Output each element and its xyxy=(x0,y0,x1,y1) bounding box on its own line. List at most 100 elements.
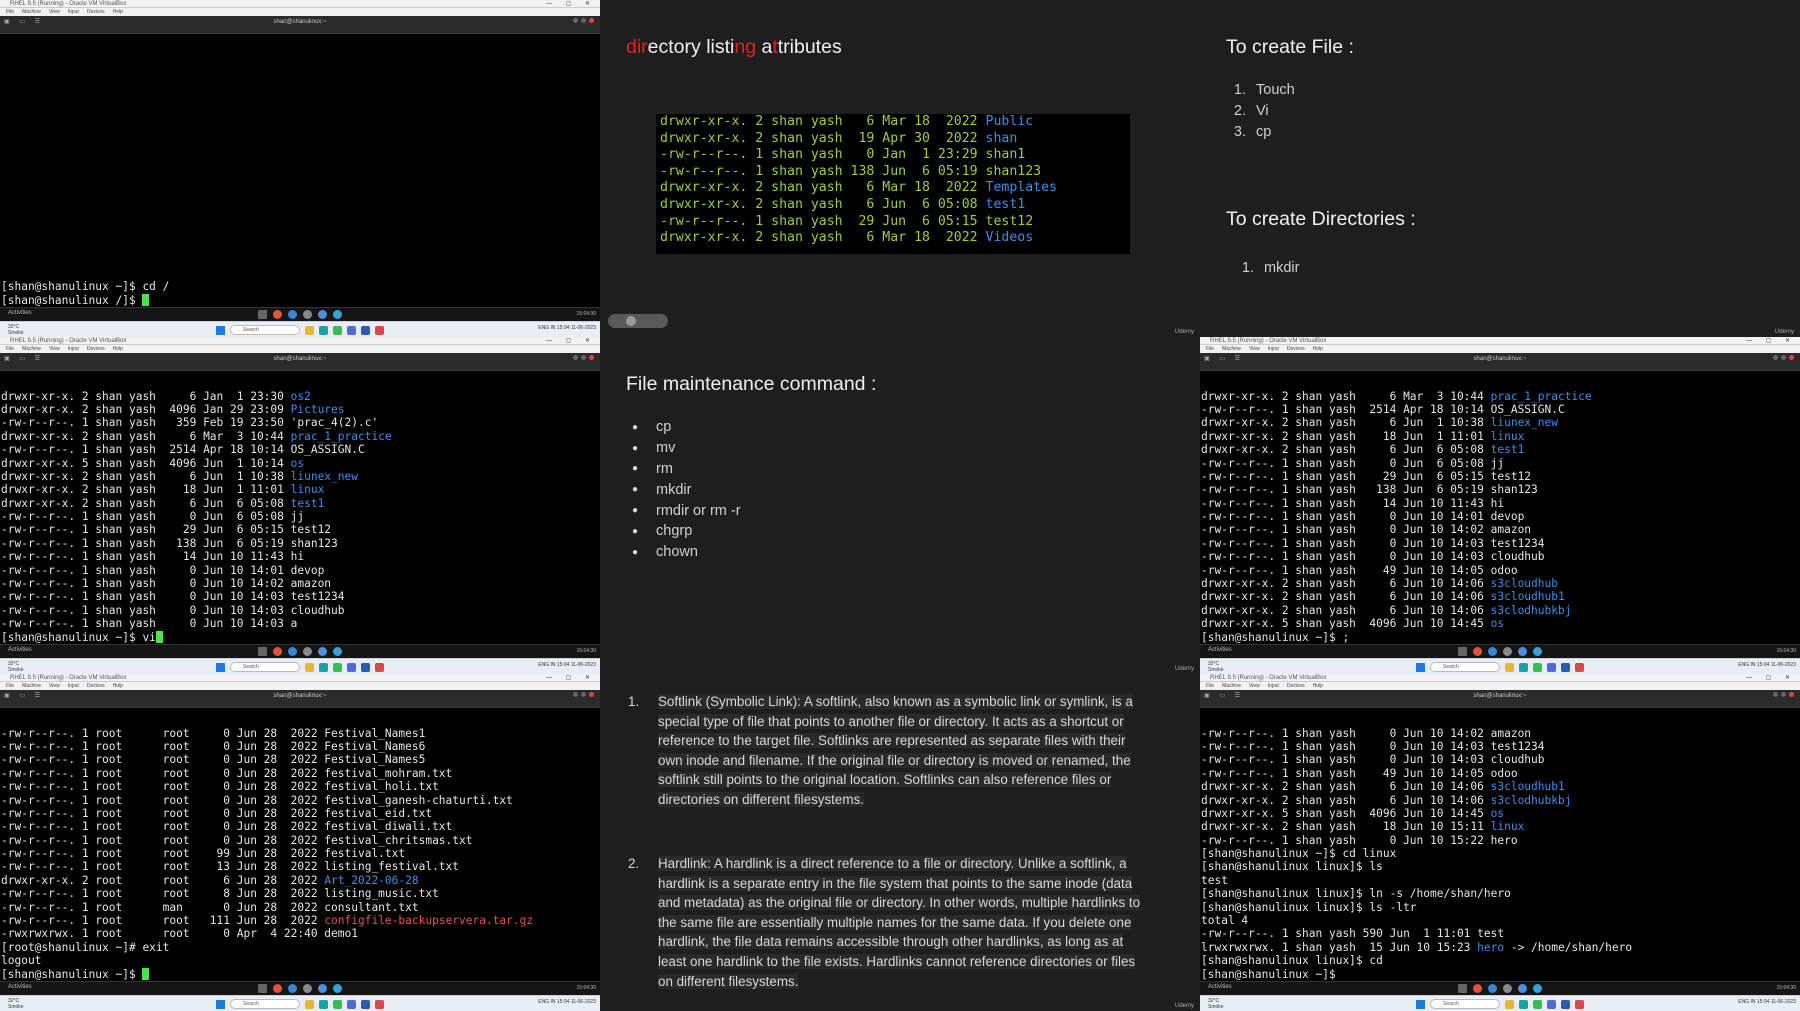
terminal-icon[interactable] xyxy=(1503,984,1512,993)
explorer-icon[interactable] xyxy=(305,325,314,335)
terminal-icon[interactable] xyxy=(303,310,312,319)
vm-menu-item[interactable]: Help xyxy=(113,9,123,15)
vm-menu-item[interactable]: Machine xyxy=(1222,346,1241,352)
vm-menu-item[interactable]: File xyxy=(6,346,14,352)
firefox-icon[interactable] xyxy=(1473,984,1482,993)
vm-menu-item[interactable]: File xyxy=(6,9,14,15)
explorer-icon[interactable] xyxy=(1505,999,1514,1009)
files-icon[interactable] xyxy=(288,310,297,319)
grid-icon[interactable] xyxy=(258,984,267,993)
settings-icon[interactable] xyxy=(1518,647,1527,656)
terminal-output[interactable]: -rw-r--r--. 1 root root 0 Jun 28 2022 Fe… xyxy=(0,727,600,981)
window-controls[interactable]: — ▢ ✕ xyxy=(546,674,596,682)
terminal-output[interactable]: -rw-r--r--. 1 shan yash 0 Jun 10 14:02 a… xyxy=(1200,727,1800,981)
vm-menu-item[interactable]: Input xyxy=(68,683,79,689)
start-icon[interactable] xyxy=(1416,999,1425,1009)
vm-menu-item[interactable]: File xyxy=(6,683,14,689)
explorer-icon[interactable] xyxy=(305,662,314,672)
store-icon[interactable] xyxy=(1547,662,1556,672)
files-icon[interactable] xyxy=(288,984,297,993)
vbox-icon[interactable] xyxy=(1561,999,1570,1009)
app-icon[interactable] xyxy=(1575,999,1584,1009)
chrome-icon[interactable] xyxy=(1533,999,1542,1009)
chrome-icon[interactable] xyxy=(333,662,342,672)
terminal-icon[interactable] xyxy=(303,984,312,993)
help-icon[interactable] xyxy=(1533,984,1542,993)
app-icon[interactable] xyxy=(1575,662,1584,672)
start-icon[interactable] xyxy=(216,662,225,672)
edge-icon[interactable] xyxy=(319,662,328,672)
vm-menu-item[interactable]: Machine xyxy=(22,683,41,689)
terminal-window-buttons[interactable] xyxy=(1773,692,1794,697)
vm-menu-item[interactable]: Devices xyxy=(87,9,105,15)
vm-menu-item[interactable]: Help xyxy=(113,346,123,352)
grid-icon[interactable] xyxy=(258,647,267,656)
chrome-icon[interactable] xyxy=(1533,662,1542,672)
explorer-icon[interactable] xyxy=(1505,662,1514,672)
terminal-window-buttons[interactable] xyxy=(1773,355,1794,360)
vbox-icon[interactable] xyxy=(361,662,370,672)
store-icon[interactable] xyxy=(1547,999,1556,1009)
vm-menu-item[interactable]: Input xyxy=(1268,346,1279,352)
grid-icon[interactable] xyxy=(1458,647,1467,656)
help-icon[interactable] xyxy=(333,984,342,993)
vm-menu-item[interactable]: File xyxy=(1206,346,1214,352)
settings-icon[interactable] xyxy=(318,310,327,319)
taskbar-search[interactable]: Search xyxy=(230,662,300,672)
vm-menu-item[interactable]: Input xyxy=(68,346,79,352)
slide-progress-pill[interactable] xyxy=(608,314,668,328)
edge-icon[interactable] xyxy=(319,999,328,1009)
settings-icon[interactable] xyxy=(318,647,327,656)
vbox-icon[interactable] xyxy=(1561,662,1570,672)
vm-menu-item[interactable]: Devices xyxy=(1287,346,1305,352)
edge-icon[interactable] xyxy=(319,325,328,335)
files-icon[interactable] xyxy=(1488,647,1497,656)
window-controls[interactable]: — ▢ ✕ xyxy=(546,337,596,345)
grid-icon[interactable] xyxy=(258,310,267,319)
vm-menu-item[interactable]: Help xyxy=(1313,346,1323,352)
terminal-icon[interactable] xyxy=(303,647,312,656)
vm-menu-item[interactable]: Devices xyxy=(87,683,105,689)
taskbar-search[interactable]: Search xyxy=(1430,662,1500,672)
start-icon[interactable] xyxy=(1416,662,1425,672)
vm-menu-item[interactable]: View xyxy=(1249,346,1260,352)
vm-menu-item[interactable]: View xyxy=(49,346,60,352)
store-icon[interactable] xyxy=(347,999,356,1009)
vm-menu-item[interactable]: Input xyxy=(68,9,79,15)
chrome-icon[interactable] xyxy=(333,999,342,1009)
taskbar-search[interactable]: Search xyxy=(230,325,300,335)
store-icon[interactable] xyxy=(347,662,356,672)
vm-menu-item[interactable]: View xyxy=(1249,683,1260,689)
vm-menu-item[interactable]: Help xyxy=(113,683,123,689)
help-icon[interactable] xyxy=(1533,647,1542,656)
edge-icon[interactable] xyxy=(1519,662,1528,672)
terminal-output[interactable]: drwxr-xr-x. 2 shan yash 6 Jan 1 23:30 os… xyxy=(0,390,600,644)
taskbar-search[interactable]: Search xyxy=(230,999,300,1009)
vm-menu-item[interactable]: Devices xyxy=(87,346,105,352)
app-icon[interactable] xyxy=(375,325,384,335)
vbox-icon[interactable] xyxy=(361,325,370,335)
help-icon[interactable] xyxy=(333,310,342,319)
files-icon[interactable] xyxy=(288,647,297,656)
vm-menu-item[interactable]: Input xyxy=(1268,683,1279,689)
terminal-output[interactable]: drwxr-xr-x. 2 shan yash 6 Mar 3 10:44 pr… xyxy=(1200,390,1800,644)
terminal-window-buttons[interactable] xyxy=(573,692,594,697)
vm-menu-item[interactable]: Machine xyxy=(22,346,41,352)
app-icon[interactable] xyxy=(375,662,384,672)
terminal-output[interactable]: [shan@shanulinux ~]$ cd / [shan@shanulinu… xyxy=(0,280,600,307)
explorer-icon[interactable] xyxy=(305,999,314,1009)
chrome-icon[interactable] xyxy=(333,325,342,335)
start-icon[interactable] xyxy=(216,325,225,335)
window-controls[interactable]: — ▢ ✕ xyxy=(1746,337,1796,345)
window-controls[interactable]: — ▢ ✕ xyxy=(1746,674,1796,682)
start-icon[interactable] xyxy=(216,999,225,1009)
grid-icon[interactable] xyxy=(1458,984,1467,993)
app-icon[interactable] xyxy=(375,999,384,1009)
vm-menu-item[interactable]: Help xyxy=(1313,683,1323,689)
firefox-icon[interactable] xyxy=(1473,647,1482,656)
vm-menu-item[interactable]: Machine xyxy=(1222,683,1241,689)
vm-menu-item[interactable]: Machine xyxy=(22,9,41,15)
settings-icon[interactable] xyxy=(318,984,327,993)
store-icon[interactable] xyxy=(347,325,356,335)
window-controls[interactable]: — ▢ ✕ xyxy=(546,0,596,8)
